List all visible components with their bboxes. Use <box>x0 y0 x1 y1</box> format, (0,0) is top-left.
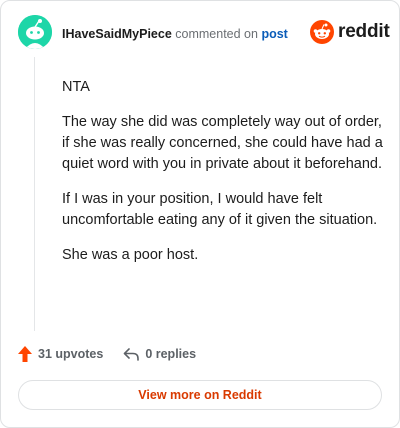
comment-header: IHaveSaidMyPiece commented on post <box>62 27 288 41</box>
reddit-snoo-icon <box>310 20 334 44</box>
reply-count: 0 replies <box>145 347 197 361</box>
reddit-wordmark: reddit <box>338 21 390 42</box>
reddit-logo[interactable]: reddit <box>310 20 390 44</box>
post-link[interactable]: post <box>261 27 287 41</box>
embed-card: IHaveSaidMyPiece commented on post reddi… <box>0 0 400 428</box>
comment-paragraph: The way she did was completely way out o… <box>62 114 383 172</box>
reply-arrow-icon <box>124 348 140 361</box>
upvote-count: 31 upvotes <box>38 347 104 361</box>
comment-paragraph: If I was in your position, I would have … <box>62 191 378 228</box>
commented-on-text: commented on <box>175 27 258 41</box>
view-more-button[interactable]: View more on Reddit <box>18 380 382 410</box>
upvote-arrow-icon <box>18 346 32 362</box>
thread-line <box>34 57 35 331</box>
user-avatar[interactable] <box>18 15 52 49</box>
comment-body: NTA The way she did was completely way o… <box>62 77 388 280</box>
username-link[interactable]: IHaveSaidMyPiece <box>62 27 172 41</box>
comment-paragraph: NTA <box>62 79 90 95</box>
replies-button[interactable]: 0 replies <box>123 347 196 361</box>
upvote-button[interactable]: 31 upvotes <box>18 346 103 362</box>
snoo-avatar-icon <box>18 15 52 49</box>
comment-actions: 31 upvotes 0 replies <box>18 346 196 362</box>
comment-paragraph: She was a poor host. <box>62 247 199 263</box>
